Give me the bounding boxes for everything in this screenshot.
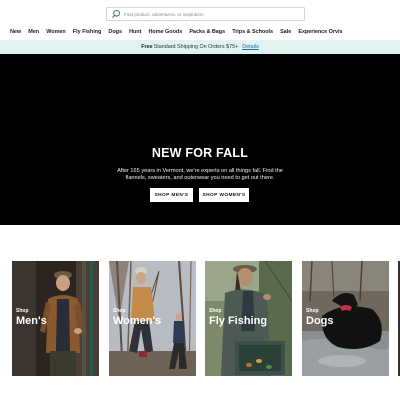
nav-item-home-goods[interactable]: Home Goods: [148, 29, 182, 35]
nav-item-men[interactable]: Men: [28, 29, 39, 35]
hero-subtitle: After 165 years in Vermont, we're expert…: [117, 168, 283, 181]
card-category-label: Men's: [16, 315, 47, 327]
promo-bold: Free: [141, 44, 153, 50]
nav-item-hunt[interactable]: Hunt: [129, 29, 141, 35]
shop-mens-button[interactable]: SHOP MEN'S: [150, 188, 193, 202]
hero-title: NEW FOR FALL: [151, 146, 249, 160]
card-shop-label: Shop: [306, 308, 319, 314]
card-category-label: Fly Fishing: [209, 315, 268, 327]
nav-item-trips-schools[interactable]: Trips & Schools: [232, 29, 273, 35]
category-card-women[interactable]: Shop Women's: [109, 261, 196, 376]
nav-item-packs-bags[interactable]: Packs & Bags: [189, 29, 225, 35]
hero-banner: NEW FOR FALL After 165 years in Vermont,…: [0, 54, 400, 225]
card-category-label: Women's: [113, 315, 162, 327]
card-category-label: Dogs: [306, 315, 334, 327]
category-card-dogs[interactable]: Shop Dogs: [302, 261, 389, 376]
nav-item-fly-fishing[interactable]: Fly Fishing: [73, 29, 102, 35]
search-input[interactable]: [124, 9, 304, 19]
nav-item-new[interactable]: New: [10, 29, 21, 35]
promo-banner: Free Standard Shipping On Orders $75+ De…: [0, 40, 400, 54]
search-icon[interactable]: [111, 9, 121, 19]
card-shop-label: Shop: [113, 308, 126, 314]
promo-text: Standard Shipping On Orders $75+: [153, 44, 239, 50]
category-cards: Shop Men's Shop Women's Shop Fly Fishing…: [12, 261, 400, 376]
card-shop-label: Shop: [16, 308, 29, 314]
main-nav: New Men Women Fly Fishing Dogs Hunt Home…: [0, 27, 400, 37]
nav-item-sale[interactable]: Sale: [280, 29, 291, 35]
nav-item-women[interactable]: Women: [46, 29, 66, 35]
shop-womens-button[interactable]: SHOP WOMEN'S: [199, 188, 249, 202]
nav-item-experience-orvis[interactable]: Experience Orvis: [298, 29, 342, 35]
category-card-men[interactable]: Shop Men's: [12, 261, 99, 376]
category-card-fly-fishing[interactable]: Shop Fly Fishing: [205, 261, 292, 376]
card-shop-label: Shop: [209, 308, 222, 314]
promo-details-link[interactable]: Details: [242, 44, 258, 50]
nav-item-dogs[interactable]: Dogs: [108, 29, 122, 35]
search-bar[interactable]: [106, 7, 305, 21]
